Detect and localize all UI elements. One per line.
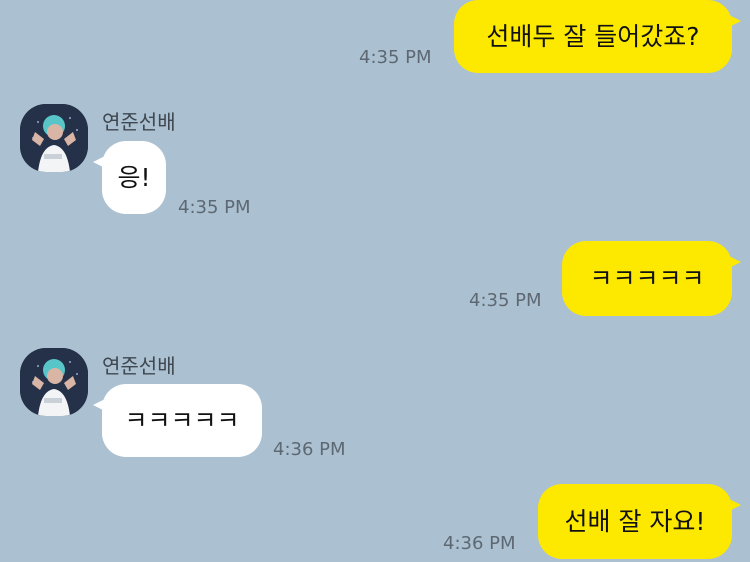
message-time: 4:35 PM: [178, 197, 251, 218]
message-time: 4:36 PM: [443, 533, 516, 554]
message-time: 4:36 PM: [273, 439, 346, 460]
message-time: 4:35 PM: [469, 290, 542, 311]
chat-area: 선배두 잘 들어갔죠? 4:35 PM 연준선배 응! 4:35 PM ㅋㅋㅋㅋ…: [0, 0, 750, 562]
avatar[interactable]: [20, 348, 88, 416]
my-message-bubble[interactable]: ㅋㅋㅋㅋㅋ: [562, 241, 741, 316]
my-message-bubble[interactable]: 선배 잘 자요!: [538, 484, 741, 559]
message-time: 4:35 PM: [359, 47, 432, 68]
my-message-bubble[interactable]: 선배두 잘 들어갔죠?: [454, 0, 741, 73]
sender-name: 연준선배: [102, 354, 176, 378]
sender-name: 연준선배: [102, 110, 176, 134]
other-message-bubble[interactable]: 응!: [93, 141, 166, 214]
other-message-bubble[interactable]: ㅋㅋㅋㅋㅋ: [93, 384, 262, 457]
avatar[interactable]: [20, 104, 88, 172]
